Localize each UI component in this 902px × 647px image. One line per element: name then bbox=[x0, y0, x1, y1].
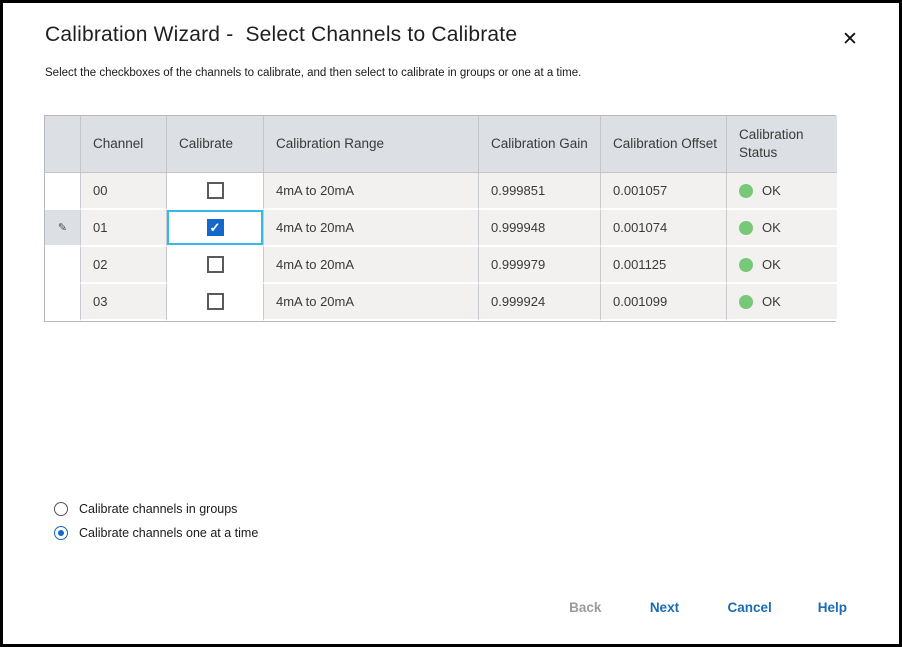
status-ok-icon bbox=[739, 184, 753, 198]
offset-cell: 0.001099 bbox=[601, 284, 727, 321]
row-header-cell bbox=[45, 247, 81, 284]
cancel-button[interactable]: Cancel bbox=[711, 588, 787, 626]
gain-cell: 0.999924 bbox=[479, 284, 601, 321]
radio-icon[interactable] bbox=[54, 502, 68, 516]
calibrate-checkbox[interactable]: ✓ bbox=[207, 219, 224, 236]
range-cell: 4mA to 20mA bbox=[264, 210, 479, 247]
calibration-wizard-dialog: Calibration Wizard - Select Channels to … bbox=[0, 0, 902, 647]
column-header-gain: Calibration Gain bbox=[479, 116, 601, 173]
channel-cell: 02 bbox=[81, 247, 167, 284]
offset-cell: 0.001125 bbox=[601, 247, 727, 284]
page-title: Calibration Wizard - Select Channels to … bbox=[45, 23, 517, 47]
column-header-channel: Channel bbox=[81, 116, 167, 173]
channel-cell: 01 bbox=[81, 210, 167, 247]
radio-label: Calibrate channels one at a time bbox=[79, 526, 258, 540]
dialog-subtitle: Select the checkboxes of the channels to… bbox=[45, 67, 581, 79]
calibrate-cell: ✓ bbox=[167, 210, 264, 247]
status-label: OK bbox=[762, 294, 781, 309]
range-cell: 4mA to 20mA bbox=[264, 247, 479, 284]
radio-calibrate-one-at-a-time[interactable]: Calibrate channels one at a time bbox=[54, 521, 258, 545]
calibrate-checkbox[interactable]: ✓ bbox=[207, 293, 224, 310]
column-header-range: Calibration Range bbox=[264, 116, 479, 173]
gain-cell: 0.999948 bbox=[479, 210, 601, 247]
offset-cell: 0.001074 bbox=[601, 210, 727, 247]
calibrate-checkbox[interactable]: ✓ bbox=[207, 256, 224, 273]
status-ok-icon bbox=[739, 258, 753, 272]
status-label: OK bbox=[762, 257, 781, 272]
next-button[interactable]: Next bbox=[631, 588, 697, 626]
column-header-offset: Calibration Offset bbox=[601, 116, 727, 173]
calibrate-cell: ✓ bbox=[167, 173, 264, 210]
range-cell: 4mA to 20mA bbox=[264, 284, 479, 321]
close-icon[interactable]: ✕ bbox=[837, 27, 863, 53]
status-cell: OK bbox=[727, 247, 837, 284]
status-cell: OK bbox=[727, 173, 837, 210]
offset-cell: 0.001057 bbox=[601, 173, 727, 210]
row-header-cell: ✎ bbox=[45, 210, 81, 247]
calibrate-cell: ✓ bbox=[167, 284, 264, 321]
radio-calibrate-in-groups[interactable]: Calibrate channels in groups bbox=[54, 497, 258, 521]
radio-icon[interactable] bbox=[54, 526, 68, 540]
status-cell: OK bbox=[727, 210, 837, 247]
status-ok-icon bbox=[739, 295, 753, 309]
channel-cell: 03 bbox=[81, 284, 167, 321]
status-cell: OK bbox=[727, 284, 837, 321]
column-header-rowmarker bbox=[45, 116, 81, 173]
check-icon: ✓ bbox=[210, 221, 221, 234]
channel-cell: 00 bbox=[81, 173, 167, 210]
calibrate-cell: ✓ bbox=[167, 247, 264, 284]
calibration-mode-options: Calibrate channels in groups Calibrate c… bbox=[54, 497, 258, 545]
row-header-cell bbox=[45, 173, 81, 210]
edit-pencil-icon: ✎ bbox=[58, 221, 67, 234]
status-label: OK bbox=[762, 220, 781, 235]
channels-table: Channel Calibrate Calibration Range Cali… bbox=[44, 115, 836, 322]
column-header-calibrate: Calibrate bbox=[167, 116, 264, 173]
range-cell: 4mA to 20mA bbox=[264, 173, 479, 210]
back-button[interactable]: Back bbox=[553, 588, 617, 626]
calibrate-checkbox[interactable]: ✓ bbox=[207, 182, 224, 199]
status-label: OK bbox=[762, 183, 781, 198]
help-button[interactable]: Help bbox=[802, 588, 863, 626]
wizard-footer: Back Next Cancel Help bbox=[553, 588, 863, 626]
status-ok-icon bbox=[739, 221, 753, 235]
radio-label: Calibrate channels in groups bbox=[79, 502, 237, 516]
gain-cell: 0.999979 bbox=[479, 247, 601, 284]
column-header-status: Calibration Status bbox=[727, 116, 837, 173]
row-header-cell bbox=[45, 284, 81, 321]
gain-cell: 0.999851 bbox=[479, 173, 601, 210]
